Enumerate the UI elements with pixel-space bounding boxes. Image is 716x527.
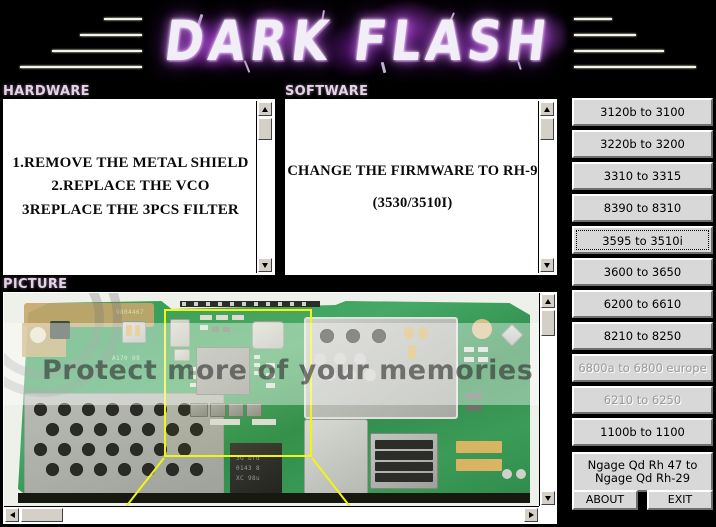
scrollbar-thumb[interactable] — [21, 508, 63, 522]
hardware-line: 2.REPLACE THE VCO — [51, 178, 210, 195]
hardware-line: 3REPLACE THE 3PCS FILTER — [22, 201, 239, 218]
logo-text: DARK FLASH — [161, 8, 555, 74]
conversion-button-3595-to-3510i[interactable]: 3595 to 3510i — [572, 226, 713, 254]
hardware-panel: 1.REMOVE THE METAL SHIELD 2.REPLACE THE … — [3, 99, 275, 275]
scroll-down-icon[interactable] — [540, 258, 554, 272]
conversion-button-3310-to-3315[interactable]: 3310 to 3315 — [572, 162, 713, 190]
conversion-button-3220b-to-3200[interactable]: 3220b to 3200 — [572, 130, 713, 158]
picture-panel: 9804467 A170 09 3G brd 0143 8 XC 98u Pro… — [3, 292, 557, 524]
picture-vertical-scrollbar[interactable] — [539, 293, 556, 506]
watermark-text: Protect more of your memories for less! — [42, 355, 539, 386]
about-button[interactable]: ABOUT — [572, 490, 638, 510]
header-rule — [574, 50, 664, 52]
scrollbar-thumb[interactable] — [540, 118, 554, 140]
hardware-line: 1.REMOVE THE METAL SHIELD — [12, 155, 249, 172]
hardware-vertical-scrollbar[interactable] — [256, 101, 273, 273]
app-logo: DARK FLASH — [150, 2, 566, 80]
application-window: DARK FLASH HARDWARE SOFTWARE PICTURE 1.R… — [0, 0, 716, 527]
software-panel: CHANGE THE FIRMWARE TO RH-9 (3530/3510I) — [285, 99, 557, 275]
conversion-button-1100b-to-1100[interactable]: 1100b to 1100 — [572, 418, 713, 446]
hardware-text-body: 1.REMOVE THE METAL SHIELD 2.REPLACE THE … — [5, 101, 256, 273]
header-rules-left — [8, 18, 142, 68]
conversion-button-6200-to-6610[interactable]: 6200 to 6610 — [572, 290, 713, 318]
header-rule — [52, 50, 142, 52]
conversion-button-ngage-qd-rh47-to-rh29[interactable]: Ngage Qd Rh 47 to Ngage Qd Rh-29 — [572, 452, 713, 492]
scroll-up-icon[interactable] — [540, 102, 554, 116]
conversion-button-8210-to-8250[interactable]: 8210 to 8250 — [572, 322, 713, 350]
pcb-photo: 9804467 A170 09 3G brd 0143 8 XC 98u Pro… — [4, 293, 539, 506]
header-rule — [574, 66, 696, 68]
scroll-up-icon[interactable] — [541, 294, 555, 308]
conversion-button-3600-to-3650[interactable]: 3600 to 3650 — [572, 258, 713, 286]
scroll-left-icon[interactable] — [5, 508, 19, 522]
footer-button-bar: ABOUT EXIT — [572, 490, 713, 510]
scroll-right-icon[interactable] — [524, 508, 538, 522]
app-header: DARK FLASH — [0, 0, 716, 82]
header-rule — [20, 66, 142, 68]
software-line: CHANGE THE FIRMWARE TO RH-9 — [287, 163, 538, 180]
focus-ring: 3595 to 3510i — [576, 230, 709, 250]
picture-viewport[interactable]: 9804467 A170 09 3G brd 0143 8 XC 98u Pro… — [4, 293, 539, 506]
software-vertical-scrollbar[interactable] — [538, 101, 555, 273]
conversion-button-3120b-to-3100[interactable]: 3120b to 3100 — [572, 98, 713, 126]
software-text-body: CHANGE THE FIRMWARE TO RH-9 (3530/3510I) — [287, 101, 538, 273]
scrollbar-thumb[interactable] — [258, 118, 272, 140]
picture-panel-label: PICTURE — [3, 277, 68, 292]
header-rules-right — [574, 18, 708, 68]
conversion-button-list: 3120b to 3100 3220b to 3200 3310 to 3315… — [572, 98, 713, 492]
header-rule — [104, 18, 142, 20]
header-rule — [80, 34, 142, 36]
exit-button[interactable]: EXIT — [647, 490, 713, 510]
software-line: (3530/3510I) — [372, 194, 453, 211]
conversion-button-6210-to-6250: 6210 to 6250 — [572, 386, 713, 414]
conversion-button-8390-to-8310[interactable]: 8390 to 8310 — [572, 194, 713, 222]
software-panel-label: SOFTWARE — [285, 84, 369, 99]
scroll-down-icon[interactable] — [258, 258, 272, 272]
conversion-button-6800a-to-6800-europe: 6800a to 6800 europe — [572, 354, 713, 382]
sim-connector — [370, 433, 438, 489]
scroll-down-icon[interactable] — [541, 491, 555, 505]
scroll-up-icon[interactable] — [258, 102, 272, 116]
scrollbar-thumb[interactable] — [541, 310, 555, 336]
header-rule — [574, 18, 612, 20]
picture-horizontal-scrollbar[interactable] — [4, 506, 539, 523]
header-rule — [574, 34, 636, 36]
hardware-panel-label: HARDWARE — [3, 84, 90, 99]
